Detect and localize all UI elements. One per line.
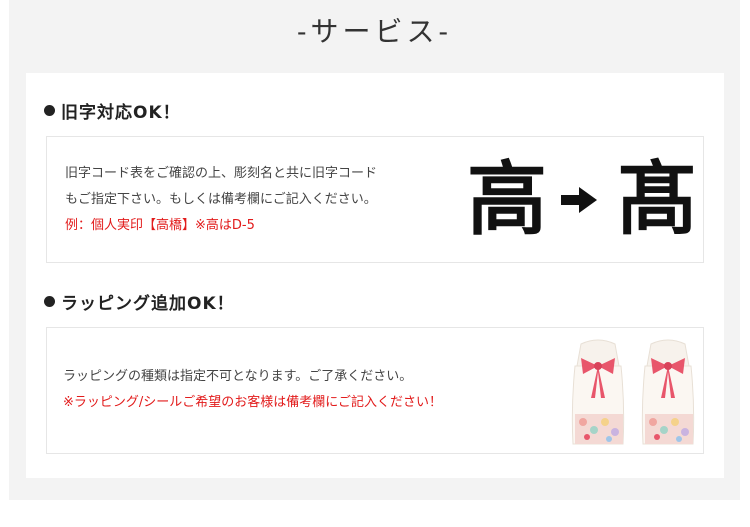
kanji-after: 髙 — [617, 152, 697, 246]
page-title: -サービス- — [297, 15, 452, 48]
wrapping-note: ※ラッピング/シールご希望のお客様は備考欄にご記入ください！ — [63, 395, 443, 410]
service-panel: 旧字対応OK！ 旧字コード表をご確認の上、彫刻名と共に旧字コード もご指定下さい… — [26, 73, 724, 478]
gift-bag-image — [571, 339, 625, 445]
section-kyuji-heading: 旧字対応OK！ — [61, 103, 181, 123]
arrow-right-icon — [561, 187, 597, 213]
wrapping-line: ラッピングの種類は指定不可となります。ご了承ください。 — [63, 369, 413, 384]
kyuji-note: 例：個人実印【高橋】※高はD-5 — [65, 218, 255, 233]
kyuji-line-2: もご指定下さい。もしくは備考欄にご記入ください。 — [65, 192, 377, 207]
section-kyuji-title: 旧字対応OK！ — [44, 98, 181, 123]
section-wrapping-heading: ラッピング追加OK！ — [61, 294, 235, 314]
bullet-dot-icon — [44, 296, 55, 307]
bullet-dot-icon — [44, 105, 55, 116]
gift-bag-image — [641, 339, 695, 445]
kanji-before: 高 — [467, 152, 547, 246]
service-container: -サービス- 旧字対応OK！ 旧字コード表をご確認の上、彫刻名と共に旧字コード … — [9, 0, 740, 500]
section-wrapping-box: ラッピングの種類は指定不可となります。ご了承ください。 ※ラッピング/シールご希… — [46, 327, 704, 454]
kyuji-line-1: 旧字コード表をご確認の上、彫刻名と共に旧字コード — [65, 166, 378, 181]
section-wrapping-title: ラッピング追加OK！ — [44, 289, 235, 314]
section-kyuji-box: 旧字コード表をご確認の上、彫刻名と共に旧字コード もご指定下さい。もしくは備考欄… — [46, 136, 704, 263]
